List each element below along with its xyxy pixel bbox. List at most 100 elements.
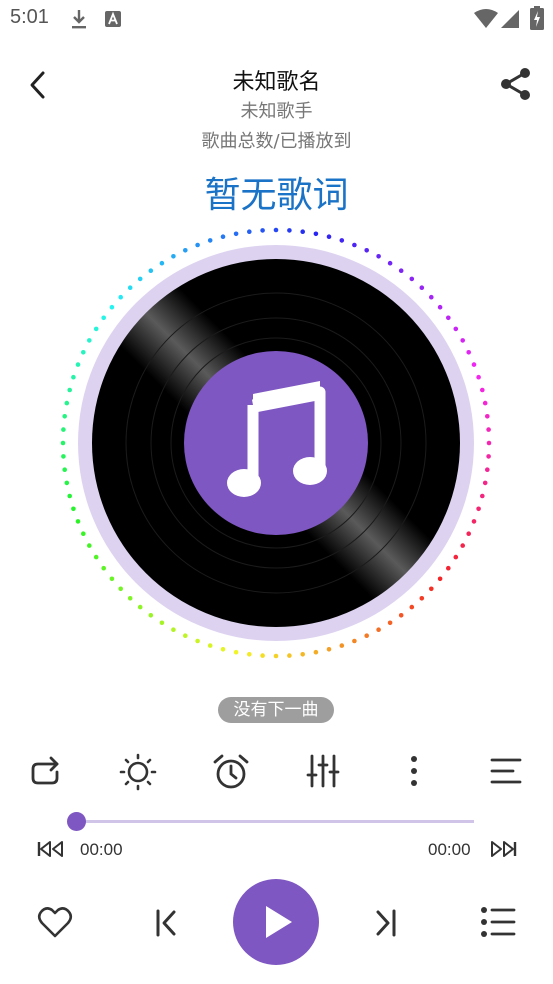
visualizer-dot (387, 260, 393, 266)
wifi-icon (474, 9, 498, 28)
visualizer-dot (486, 427, 491, 432)
visualizer-dot (109, 576, 115, 582)
visualizer-dot (127, 596, 133, 601)
playlist-icon[interactable] (480, 906, 516, 938)
visualizer-dot (453, 326, 459, 332)
visualizer-dot (207, 643, 213, 648)
visualizer-dot (109, 304, 115, 310)
visualizer-dot (437, 576, 443, 582)
visualizer-dot (466, 531, 472, 536)
visualizer-dot (67, 387, 72, 393)
visualizer-dot (398, 268, 404, 273)
visualizer-dot (64, 480, 70, 486)
visualizer-dot (429, 294, 434, 300)
visualizer-dot (476, 374, 481, 380)
visualizer-dot (482, 480, 488, 486)
visualizer-dot (273, 653, 279, 659)
favorite-icon[interactable] (37, 905, 73, 939)
visualizer-dot (64, 400, 70, 406)
visualizer-dot (313, 231, 319, 237)
visualizer-dot (75, 519, 81, 524)
alarm-icon[interactable] (212, 753, 250, 791)
visualizer-dot (471, 519, 477, 524)
status-time: 5:01 (10, 6, 49, 28)
visualizer-dot (480, 387, 485, 393)
visualizer-dot (62, 467, 67, 472)
visualizer-dot (446, 565, 451, 571)
visualizer-dot (387, 620, 393, 626)
visualizer-dot (195, 242, 200, 248)
visualizer-dot (409, 604, 415, 610)
visualizer-dot (352, 242, 357, 248)
visualizer-dot (61, 427, 66, 432)
visualizer-dot (485, 467, 490, 472)
visualizer-dot (419, 285, 425, 290)
visualizer-dot (247, 229, 252, 234)
visualizer-dot (326, 234, 332, 239)
visualizer-dot (339, 643, 345, 648)
cellular-signal-icon (501, 10, 519, 28)
visualizer-dot (183, 248, 188, 253)
visualizer-dot (60, 440, 66, 446)
visualizer-dot (300, 652, 305, 657)
visualizer-dot (137, 604, 143, 610)
lyrics-align-icon[interactable] (489, 755, 523, 787)
visualizer-dot (326, 647, 332, 652)
visualizer-dot (81, 531, 86, 536)
visualizer-dot (101, 565, 106, 571)
visualizer-dot (482, 400, 488, 406)
repeat-icon[interactable] (29, 755, 63, 789)
visualizer-dot (352, 638, 357, 644)
visualizer-dot (148, 268, 154, 273)
equalizer-icon[interactable] (305, 753, 341, 789)
visualizer-dot (429, 586, 434, 592)
progress-track[interactable] (76, 820, 474, 823)
visualizer-dot (171, 254, 176, 259)
more-vert-icon[interactable] (402, 754, 426, 788)
visualizer-dot (87, 338, 92, 343)
visualizer-dot (81, 350, 86, 355)
current-time: 00:00 (80, 840, 123, 859)
visualizer-dot (460, 543, 466, 548)
album-cover (184, 351, 368, 535)
visualizer-dot (148, 613, 154, 618)
visualizer-dot (486, 454, 491, 459)
keyboard-a-icon (105, 11, 121, 27)
play-icon (266, 906, 292, 938)
visualizer-dot (453, 554, 459, 560)
progress-thumb[interactable] (67, 812, 86, 831)
visualizer-dot (446, 315, 451, 321)
visualizer-dot (480, 493, 485, 499)
previous-icon[interactable] (153, 908, 179, 938)
play-button[interactable] (233, 879, 319, 965)
album-disc[interactable] (56, 222, 496, 662)
visualizer-dot (207, 238, 213, 243)
visualizer-dot (287, 653, 292, 658)
lyrics-text[interactable]: 暂无歌词 (0, 166, 553, 218)
visualizer-dot (260, 228, 265, 233)
visualizer-dot (273, 227, 279, 233)
visualizer-dot (300, 229, 305, 234)
visualizer-dot (183, 633, 188, 638)
visualizer-dot (409, 276, 415, 282)
visualizer-dot (61, 454, 66, 459)
visualizer-dot (476, 506, 481, 512)
song-artist: 未知歌手 (240, 101, 313, 122)
brightness-icon[interactable] (119, 753, 157, 791)
playlist-progress-text: 歌曲总数/已播放到 (201, 131, 352, 152)
visualizer-dot (71, 506, 76, 512)
visualizer-dot (159, 260, 165, 266)
visualizer-dot (62, 414, 67, 419)
visualizer-dot (159, 620, 165, 626)
next-icon[interactable] (373, 908, 399, 938)
visualizer-dot (460, 338, 466, 343)
visualizer-dot (419, 596, 425, 601)
visualizer-dot (93, 326, 99, 332)
visualizer-dot (233, 649, 239, 655)
rewind-icon[interactable] (37, 840, 65, 858)
visualizer-dot (118, 294, 123, 300)
visualizer-dot (260, 653, 265, 658)
visualizer-dot (233, 231, 239, 237)
visualizer-dot (220, 647, 226, 652)
fast-forward-icon[interactable] (489, 840, 517, 858)
